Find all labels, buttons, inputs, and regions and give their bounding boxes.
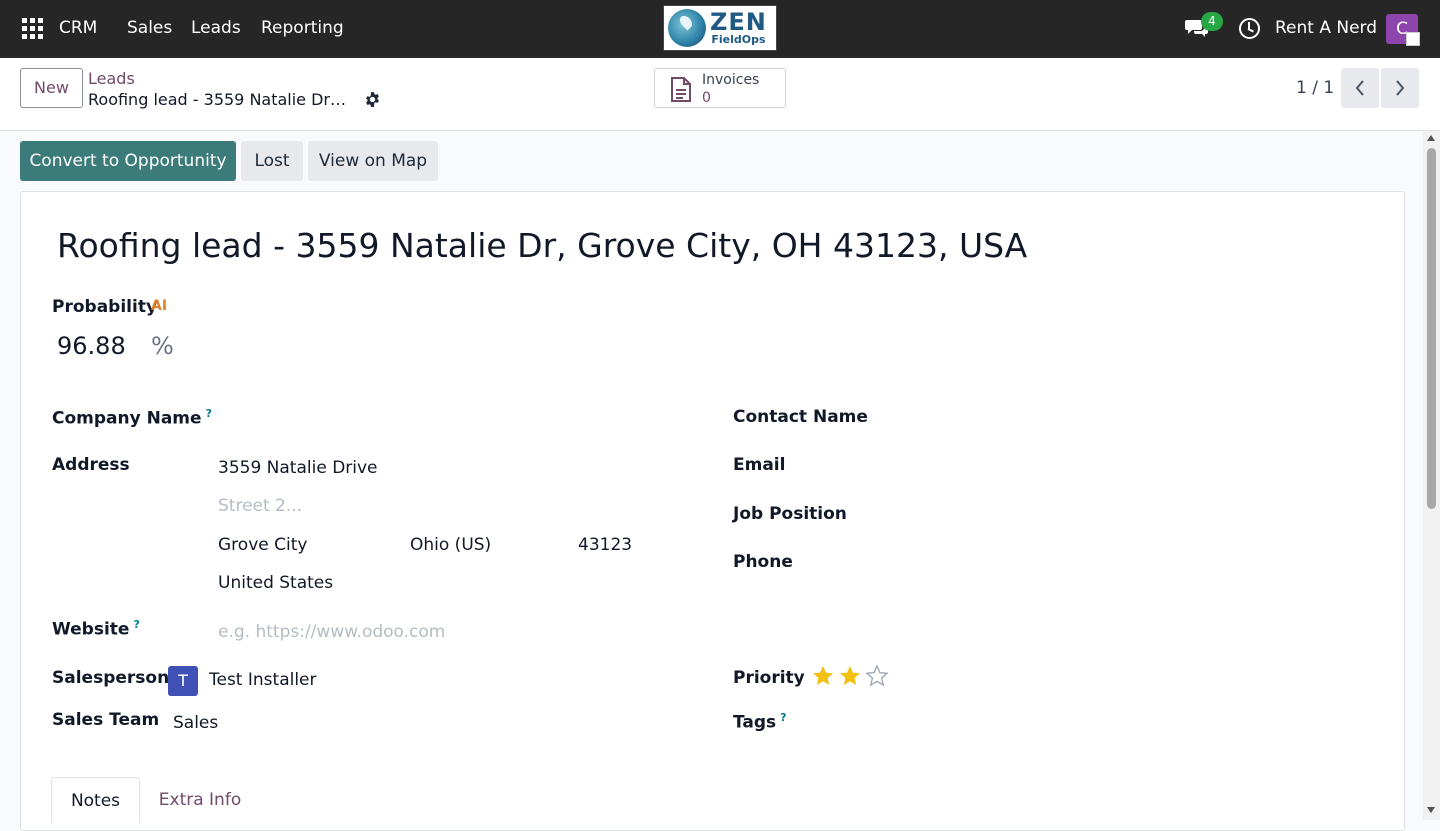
pager-next-button[interactable] — [1381, 68, 1419, 108]
invoices-count: 0 — [702, 90, 711, 106]
control-panel: New Leads Roofing lead - 3559 Natalie Dr… — [0, 58, 1440, 131]
star-empty-icon[interactable] — [865, 664, 889, 688]
help-icon[interactable]: ? — [780, 711, 786, 724]
contact-name-label: Contact Name — [733, 407, 868, 427]
logo-pin-icon — [668, 9, 706, 47]
tab-extra-info[interactable]: Extra Info — [156, 777, 244, 823]
user-status-indicator — [1406, 32, 1420, 46]
logo-main-text: ZEN — [710, 8, 767, 36]
salesperson-field[interactable]: Test Installer — [209, 670, 317, 690]
activity-clock-icon[interactable] — [1239, 18, 1260, 39]
company-name-label: Company Name? — [52, 407, 212, 429]
country-field[interactable]: United States — [218, 573, 333, 593]
company-logo: ZEN FieldOps — [663, 5, 777, 51]
scroll-thumb[interactable] — [1427, 148, 1436, 509]
sales-team-label: Sales Team — [52, 710, 160, 730]
menu-reporting[interactable]: Reporting — [261, 18, 344, 38]
invoices-smart-button[interactable]: Invoices 0 — [654, 68, 786, 108]
zip-field[interactable]: 43123 — [578, 535, 632, 555]
top-navbar: CRM Sales Leads Reporting ZEN FieldOps 4… — [0, 0, 1440, 58]
sales-team-field[interactable]: Sales — [173, 713, 218, 733]
page-scrollbar[interactable] — [1423, 131, 1440, 820]
state-field[interactable]: Ohio (US) — [410, 535, 491, 555]
app-menu-grid-icon[interactable] — [22, 18, 43, 39]
website-label: Website? — [52, 618, 140, 640]
help-icon[interactable]: ? — [206, 407, 212, 420]
street-field[interactable]: 3559 Natalie Drive — [218, 458, 378, 478]
priority-label: Priority — [733, 668, 805, 688]
convert-to-opportunity-button[interactable]: Convert to Opportunity — [20, 141, 236, 181]
probability-unit: % — [151, 332, 174, 360]
tags-label: Tags? — [733, 711, 787, 733]
ai-icon: AI — [151, 298, 168, 314]
scroll-up-arrow-icon[interactable] — [1427, 135, 1435, 141]
help-icon[interactable]: ? — [133, 618, 139, 631]
tab-notes[interactable]: Notes — [51, 777, 140, 823]
website-field[interactable]: e.g. https://www.odoo.com — [218, 622, 445, 642]
chevron-right-icon — [1396, 80, 1405, 96]
email-label: Email — [733, 455, 786, 475]
salesperson-label: Salesperson — [52, 668, 170, 688]
invoices-label: Invoices — [702, 72, 760, 88]
new-button[interactable]: New — [20, 68, 83, 108]
gear-icon[interactable] — [364, 91, 381, 108]
app-name-crm[interactable]: CRM — [59, 18, 97, 38]
address-label: Address — [52, 455, 130, 475]
breadcrumb-current-record: Roofing lead - 3559 Natalie Dr, … — [88, 90, 350, 109]
scroll-down-arrow-icon[interactable] — [1427, 807, 1435, 813]
salesperson-avatar: T — [168, 666, 198, 696]
star-filled-icon[interactable] — [811, 664, 835, 688]
breadcrumb-leads[interactable]: Leads — [88, 69, 135, 88]
company-switcher[interactable]: Rent A Nerd — [1275, 18, 1377, 38]
probability-label: Probability — [52, 297, 158, 317]
view-on-map-button[interactable]: View on Map — [308, 141, 438, 181]
logo-sub-text: FieldOps — [711, 33, 766, 46]
lead-title-field[interactable]: Roofing lead - 3559 Natalie Dr, Grove Ci… — [57, 226, 1027, 265]
menu-leads[interactable]: Leads — [191, 18, 241, 38]
phone-label: Phone — [733, 552, 793, 572]
star-filled-icon[interactable] — [838, 664, 862, 688]
form-sheet: Roofing lead - 3559 Natalie Dr, Grove Ci… — [20, 191, 1405, 831]
chevron-left-icon — [1355, 80, 1364, 96]
pager-value[interactable]: 1 / 1 — [1296, 78, 1334, 98]
messages-count-badge: 4 — [1201, 12, 1223, 31]
city-field[interactable]: Grove City — [218, 535, 307, 555]
invoice-document-icon — [671, 77, 691, 102]
lost-button[interactable]: Lost — [241, 141, 303, 181]
pager-previous-button[interactable] — [1341, 68, 1379, 108]
street2-field[interactable]: Street 2... — [218, 496, 302, 516]
job-position-label: Job Position — [733, 504, 847, 524]
menu-sales[interactable]: Sales — [127, 18, 172, 38]
probability-input[interactable]: 96.88 — [57, 332, 126, 360]
